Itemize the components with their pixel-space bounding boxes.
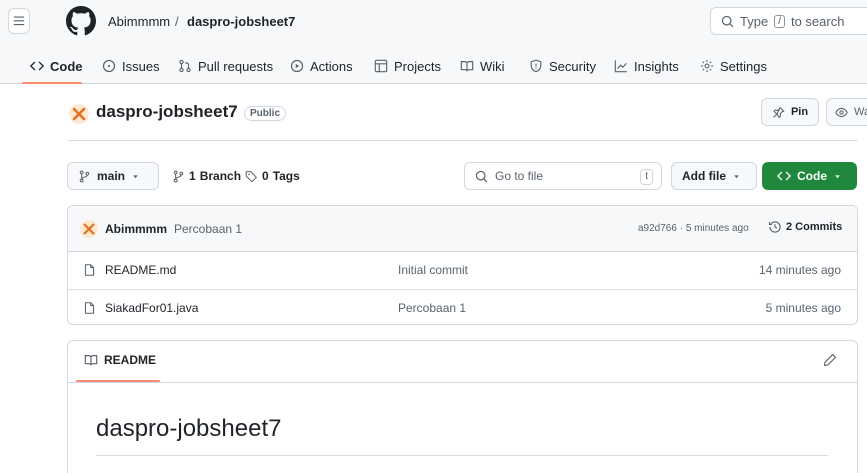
readme-tab-label: README (104, 353, 157, 367)
file-icon (84, 302, 95, 314)
triangle-down-icon (835, 174, 840, 178)
divider (68, 140, 858, 141)
git-branch-icon (173, 170, 184, 182)
tab-actions[interactable]: Actions (290, 48, 353, 84)
code-button[interactable]: Code (762, 162, 857, 190)
tab-issues-label: Issues (122, 58, 160, 74)
search-shortcut-key: / (774, 14, 785, 28)
eye-icon (835, 107, 848, 117)
file-commit-time: 14 minutes ago (758, 263, 841, 277)
code-icon (30, 61, 44, 71)
add-file-label: Add file (682, 169, 726, 183)
table-row[interactable]: README.md Initial commit 14 minutes ago (68, 252, 857, 288)
tab-wiki[interactable]: Wiki (460, 48, 505, 84)
graph-icon (614, 60, 627, 73)
github-logo-icon[interactable] (66, 6, 96, 36)
readme-panel: README daspro-jobsheet7 (67, 340, 858, 473)
code-icon (777, 171, 791, 181)
commits-count: 2 Commits (786, 221, 843, 233)
go-to-file-placeholder: Go to file (495, 169, 544, 183)
search-icon (721, 15, 734, 27)
tab-projects-label: Projects (394, 58, 441, 74)
table-row[interactable]: SiakadFor01.java Percobaan 1 5 minutes a… (68, 289, 857, 324)
file-commit-message[interactable]: Initial commit (398, 263, 468, 277)
file-name[interactable]: README.md (105, 263, 176, 277)
tab-security[interactable]: Security (529, 48, 596, 84)
hamburger-menu-button[interactable] (8, 8, 30, 34)
tags-link[interactable]: 0 Tags (245, 162, 300, 190)
pin-button[interactable]: Pin (761, 98, 819, 126)
tab-insights-label: Insights (634, 58, 679, 74)
triangle-down-icon (734, 174, 739, 178)
shield-icon (530, 59, 542, 73)
code-button-label: Code (797, 169, 827, 183)
branch-count: 1 (189, 169, 196, 183)
tab-settings[interactable]: Settings (700, 48, 767, 84)
avatar[interactable] (80, 220, 98, 238)
search-suffix: to search (790, 13, 845, 29)
repo-owner-avatar[interactable] (69, 104, 89, 124)
repo-title[interactable]: daspro-jobsheet7 (96, 102, 238, 122)
tab-code-label: Code (50, 58, 83, 74)
commit-meta[interactable]: a92d766 · 5 minutes ago (638, 223, 749, 234)
branch-selector[interactable]: main (67, 162, 159, 190)
branches-link[interactable]: 1 Branch (172, 162, 241, 190)
issue-opened-icon (102, 59, 116, 73)
commit-author[interactable]: Abimmmm (105, 222, 167, 236)
tab-pull-requests[interactable]: Pull requests (178, 48, 273, 84)
tab-projects[interactable]: Projects (374, 48, 441, 84)
watch-label: Wa (854, 106, 867, 118)
play-icon (290, 59, 304, 73)
visibility-badge: Public (244, 106, 287, 121)
go-to-file-shortcut: t (640, 169, 653, 185)
pencil-icon[interactable] (823, 353, 837, 367)
breadcrumb-repo[interactable]: daspro-jobsheet7 (187, 14, 295, 29)
tab-pull-requests-label: Pull requests (198, 58, 274, 74)
tab-issues[interactable]: Issues (102, 48, 160, 84)
latest-commit-bar: Abimmmm Percobaan 1 a92d766 · 5 minutes … (68, 206, 857, 252)
git-branch-icon (79, 170, 90, 182)
branch-name: main (97, 169, 126, 183)
book-icon (84, 355, 98, 366)
tag-count-label: Tags (272, 169, 300, 183)
three-bars-icon (13, 16, 25, 26)
file-name[interactable]: SiakadFor01.java (105, 301, 198, 315)
global-search-button[interactable]: Type / to search (710, 7, 867, 35)
tag-icon (245, 170, 257, 182)
history-icon (769, 221, 781, 233)
search-icon (475, 170, 488, 182)
pin-icon (773, 106, 785, 118)
tab-code[interactable]: Code (30, 48, 83, 84)
commits-link[interactable]: 2 Commits (768, 220, 842, 234)
branch-count-label: Branch (199, 169, 242, 183)
breadcrumb-separator: / (175, 14, 179, 29)
tab-wiki-label: Wiki (480, 58, 505, 74)
triangle-down-icon (133, 174, 138, 178)
file-commit-time: 5 minutes ago (765, 301, 841, 315)
table-icon (374, 59, 388, 73)
readme-header-divider (68, 382, 857, 383)
add-file-button[interactable]: Add file (671, 162, 757, 190)
gear-icon (701, 60, 713, 72)
readme-heading: daspro-jobsheet7 (96, 415, 282, 442)
readme-tab[interactable]: README (84, 353, 156, 367)
active-tab-indicator (22, 82, 82, 84)
file-icon (84, 264, 95, 276)
book-icon (460, 61, 474, 72)
file-table: Abimmmm Percobaan 1 a92d766 · 5 minutes … (67, 205, 858, 325)
breadcrumb-owner[interactable]: Abimmmm (108, 14, 170, 29)
search-prefix: Type (740, 13, 769, 29)
watch-button[interactable]: Wa (826, 98, 867, 126)
tab-insights[interactable]: Insights (614, 48, 679, 84)
readme-heading-rule (96, 455, 828, 456)
tab-settings-label: Settings (720, 58, 767, 74)
tab-security-label: Security (549, 58, 596, 74)
pin-label: Pin (790, 106, 809, 118)
tag-count: 0 (262, 169, 269, 183)
go-to-file-input[interactable]: Go to file t (464, 162, 662, 190)
git-pull-request-icon (179, 59, 191, 73)
file-commit-message[interactable]: Percobaan 1 (398, 301, 466, 315)
commit-message[interactable]: Percobaan 1 (174, 222, 242, 236)
tab-actions-label: Actions (310, 58, 353, 74)
